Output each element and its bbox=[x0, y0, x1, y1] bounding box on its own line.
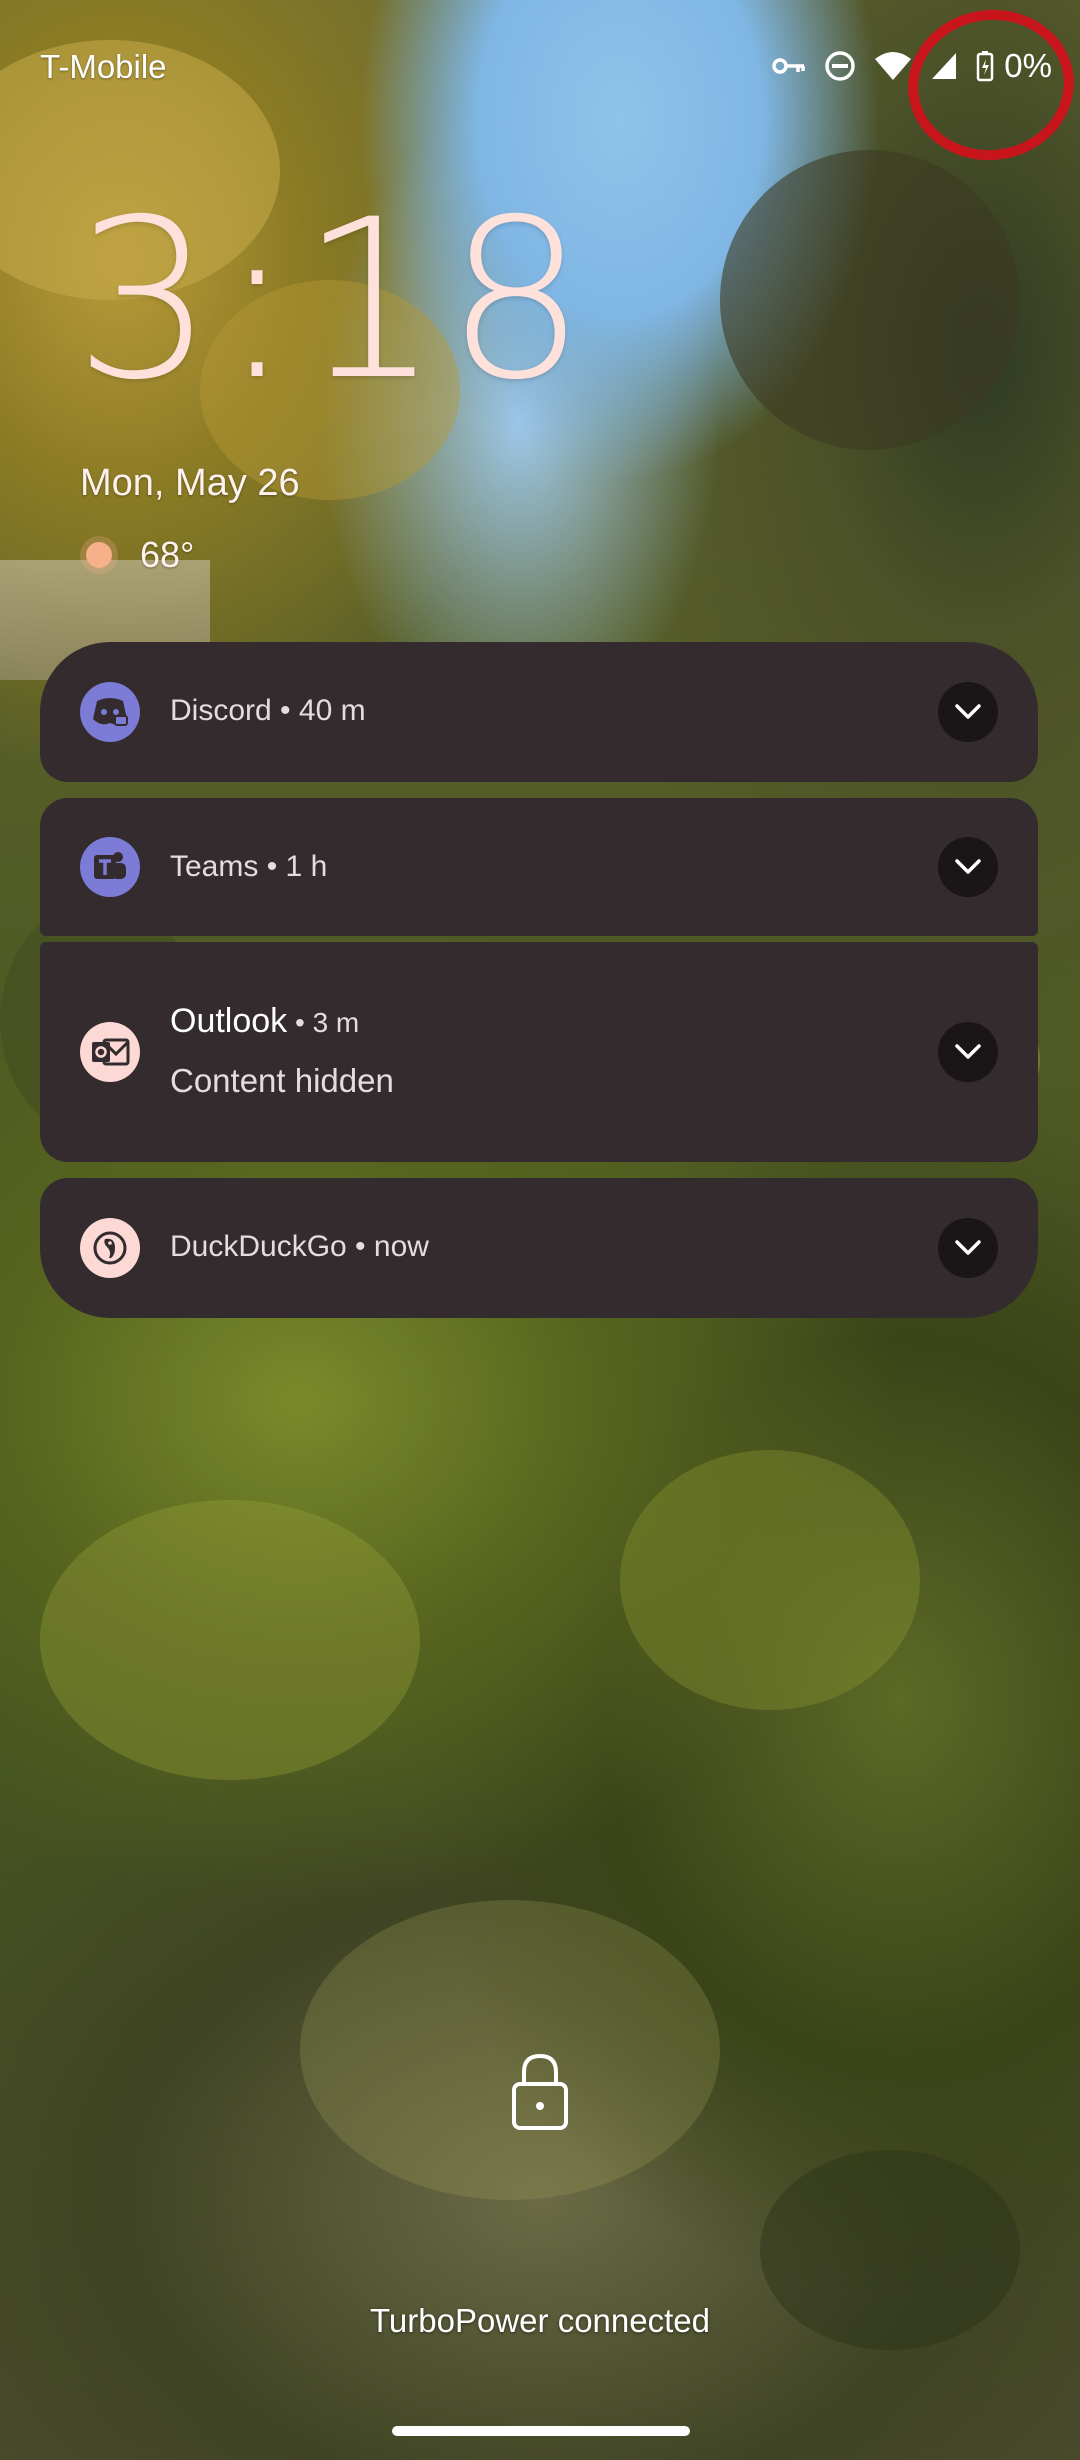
notification-header: DuckDuckGo • now bbox=[170, 1230, 429, 1264]
wifi-icon bbox=[874, 51, 912, 81]
app-name: Outlook bbox=[170, 1002, 288, 1040]
notification-time: 40 m bbox=[298, 694, 366, 727]
weather-widget[interactable]: 68° bbox=[86, 534, 194, 576]
status-bar: T-Mobile 0% bbox=[0, 0, 1080, 171]
duckduckgo-icon bbox=[80, 1218, 140, 1278]
separator: • bbox=[346, 1230, 374, 1263]
temperature: 68° bbox=[140, 534, 195, 575]
carrier-label: T-Mobile bbox=[40, 48, 167, 85]
vpn-key-icon bbox=[772, 55, 806, 77]
chevron-down-icon bbox=[955, 859, 981, 874]
notification-header: Discord • 40 m bbox=[170, 694, 366, 728]
app-name: DuckDuckGo bbox=[170, 1230, 347, 1263]
teams-icon bbox=[80, 837, 140, 897]
notification-duckduckgo[interactable]: DuckDuckGo • now bbox=[40, 1178, 1038, 1318]
outlook-icon bbox=[80, 1022, 140, 1082]
expand-button[interactable] bbox=[938, 837, 998, 897]
discord-icon bbox=[80, 682, 140, 742]
charging-status: TurboPower connected bbox=[370, 2302, 710, 2339]
expand-button[interactable] bbox=[938, 1218, 998, 1278]
notification-teams[interactable]: Teams • 1 h bbox=[40, 798, 1038, 936]
notification-time: 1 h bbox=[285, 850, 328, 883]
notification-outlook[interactable]: Outlook • 3 m Content hidden bbox=[40, 942, 1038, 1162]
notification-time: 3 m bbox=[312, 1007, 360, 1038]
notification-time: now bbox=[373, 1230, 429, 1263]
expand-button[interactable] bbox=[938, 682, 998, 742]
notification-header: Outlook • 3 m bbox=[170, 1002, 359, 1041]
chevron-down-icon bbox=[955, 704, 981, 719]
app-name: Teams bbox=[170, 850, 259, 883]
app-name: Discord bbox=[170, 694, 272, 727]
notification-body: Content hidden bbox=[170, 1062, 394, 1099]
do-not-disturb-icon bbox=[824, 50, 856, 82]
separator: • bbox=[287, 1007, 313, 1038]
notification-discord[interactable]: Discord • 40 m bbox=[40, 642, 1038, 782]
expand-button[interactable] bbox=[938, 1022, 998, 1082]
notification-header: Teams • 1 h bbox=[170, 850, 327, 884]
lockscreen-date: Mon, May 26 bbox=[80, 462, 300, 504]
lock-icon[interactable] bbox=[508, 2050, 572, 2139]
separator: • bbox=[271, 694, 299, 727]
lockscreen-clock: 3:18 bbox=[74, 172, 593, 428]
sun-icon bbox=[86, 542, 112, 568]
separator: • bbox=[258, 850, 286, 883]
chevron-down-icon bbox=[955, 1240, 981, 1255]
home-gesture-bar[interactable] bbox=[392, 2426, 690, 2436]
chevron-down-icon bbox=[955, 1044, 981, 1059]
